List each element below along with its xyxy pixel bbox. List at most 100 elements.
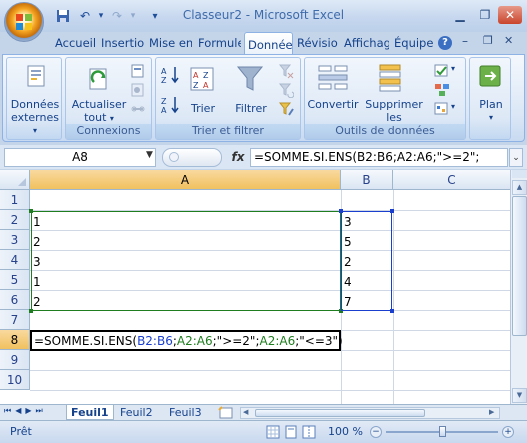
scroll-down-icon[interactable]: ▼ [512,388,527,403]
tab-equipe[interactable]: Équipe [391,32,433,54]
refresh-label-2: tout ▾ [84,111,114,124]
column-header-b[interactable]: B [341,170,393,190]
scroll-thumb[interactable] [512,196,527,336]
horizontal-scrollbar[interactable]: ◀ ▶ [240,407,500,419]
row-header-9[interactable]: 9 [0,350,30,370]
formula-input[interactable]: =SOMME.SI.ENS(B2:B6;A2:A6;">=2"; [250,148,508,167]
chevron-down-icon[interactable]: ▾ [451,102,455,111]
scroll-up-icon[interactable]: ▲ [512,180,527,195]
formula-buttons-area [162,148,222,167]
tab-mise-en-page[interactable]: Mise en [146,32,192,54]
cell-a8-edit-text[interactable]: =SOMME.SI.ENS(B2:B6;A2:A6;">=2";A2:A6;"<… [32,331,343,351]
page-layout-view-icon[interactable] [284,425,298,439]
ribbon-tabs: Accueil Insertio Mise en Formule Données… [0,32,527,56]
text-to-columns-button[interactable]: Convertir [307,98,359,111]
name-box-dropdown-icon[interactable]: ▼ [146,150,153,160]
advanced-filter-icon[interactable] [278,101,294,117]
formula-part: ;">=2"; [212,334,260,348]
svg-text:Z: Z [161,97,167,106]
svg-text:Z: Z [161,76,167,84]
tab-formules[interactable]: Formule [195,32,241,54]
group-connexions: Actualiser tout ▾ Connexions [65,57,152,140]
page-break-view-icon[interactable] [302,425,316,439]
row-header-8[interactable]: 8 [0,330,30,350]
reapply-icon[interactable] [278,82,294,98]
restore-button[interactable]: ❐ [473,6,497,24]
zoom-out-icon[interactable]: − [370,426,382,438]
row-header-7[interactable]: 7 [0,310,30,330]
range-highlight-b2-b6 [341,211,392,311]
row-header-3[interactable]: 3 [0,230,30,250]
split-box[interactable] [512,170,527,178]
outline-icon [479,65,501,87]
row-header-10[interactable]: 10 [0,370,30,390]
insert-sheet-icon[interactable] [216,406,234,419]
column-header-a[interactable]: A [30,170,341,190]
sheet-tab-feuil1[interactable]: Feuil1 [66,405,114,420]
tab-insertion[interactable]: Insertio [98,32,144,54]
expand-formula-bar-icon[interactable]: ⌄ [509,148,523,167]
data-validation-icon[interactable] [433,63,451,79]
workbook-minimize-icon[interactable]: – [462,34,468,48]
minimize-button[interactable]: ▁ [448,6,472,24]
chevron-down-icon: ▾ [32,126,37,135]
worksheet-grid[interactable]: A B C 1 2 3 4 5 6 7 8 9 10 1 2 3 1 2 3 5… [0,170,527,404]
tab-affichage[interactable]: Affichag [341,32,389,54]
range-handle[interactable] [339,209,343,213]
range-handle[interactable] [29,209,33,213]
zoom-level[interactable]: 100 % [328,425,363,438]
column-header-c[interactable]: C [393,170,510,190]
office-button[interactable] [4,2,44,42]
expand-formula-icon[interactable] [169,152,179,162]
consolidate-icon[interactable] [433,82,451,98]
close-button[interactable]: ✕ [498,6,522,24]
row-header-4[interactable]: 4 [0,250,30,270]
row-header-6[interactable]: 6 [0,290,30,310]
tab-donnees[interactable]: Données [244,32,293,56]
refresh-all-button[interactable]: Actualiser tout ▾ [68,98,130,125]
name-box[interactable]: A8 [4,148,156,167]
sheet-tab-feuil2[interactable]: Feuil2 [116,405,157,420]
connections-icon[interactable] [130,63,146,79]
sheet-tab-feuil3[interactable]: Feuil3 [165,405,206,420]
what-if-analysis-icon[interactable] [433,101,451,117]
tab-revision[interactable]: Révisio [294,32,338,54]
filter-button[interactable]: Filtrer [230,102,272,115]
external-data-label-1: Données [10,98,60,111]
chevron-down-icon: ▾ [109,114,114,123]
clear-filter-icon[interactable] [278,63,294,79]
range-handle[interactable] [29,309,33,313]
external-data-label-2: externes [11,111,59,124]
help-icon[interactable]: ? [438,36,452,50]
scroll-left-icon[interactable]: ◀ [243,408,253,418]
normal-view-icon[interactable] [266,425,280,439]
sort-dialog-icon: A ZZ A [190,67,214,91]
external-data-button[interactable]: Données externes ▾ [7,98,63,137]
h-scroll-thumb[interactable] [255,409,425,417]
select-all-corner[interactable] [0,170,30,190]
chevron-down-icon[interactable]: ▾ [451,64,455,73]
zoom-in-icon[interactable]: + [502,426,514,438]
sort-za-icon[interactable]: ZA [161,96,181,114]
scroll-right-icon[interactable]: ▶ [489,408,499,418]
range-highlight-a2-a6 [31,211,341,311]
row-header-2[interactable]: 2 [0,210,30,230]
range-handle[interactable] [390,209,394,213]
sort-az-icon[interactable]: AZ [161,66,181,84]
edit-links-icon[interactable] [130,101,146,117]
sort-button[interactable]: Trier [186,102,220,115]
group-label-data-tools: Outils de données [305,124,465,139]
insert-function-icon[interactable]: fx [226,148,250,167]
properties-icon[interactable] [130,82,146,98]
workbook-close-icon[interactable]: ✕ [504,34,513,47]
row-header-5[interactable]: 5 [0,270,30,290]
workbook-restore-icon[interactable]: ❐ [483,34,493,47]
svg-text:Z: Z [203,71,209,80]
row-header-1[interactable]: 1 [0,190,30,210]
range-handle[interactable] [390,309,394,313]
zoom-slider-thumb[interactable] [439,426,446,437]
sheet-nav-icons[interactable]: ⏮◀▶⏭ [4,406,47,416]
tab-accueil[interactable]: Accueil [52,32,98,54]
vertical-scrollbar[interactable]: ▲ ▼ [510,170,527,404]
outline-button[interactable]: Plan ▾ [470,98,512,124]
